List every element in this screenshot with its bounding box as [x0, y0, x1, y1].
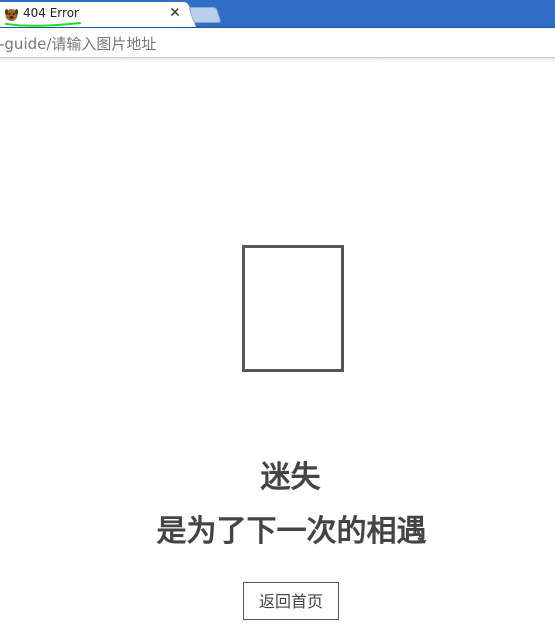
error-subline: 是为了下一次的相遇	[156, 514, 427, 549]
back-to-home-button[interactable]: 返回首页	[243, 582, 339, 620]
error-headline: 迷失	[260, 460, 321, 495]
tab-title: 404 Error	[23, 6, 79, 20]
broken-image-icon	[242, 245, 344, 372]
new-tab-button[interactable]	[188, 7, 222, 23]
url-text[interactable]: -guide/请输入图片地址	[0, 33, 156, 54]
address-bar[interactable]: -guide/请输入图片地址	[0, 28, 555, 58]
page-content: 迷失 是为了下一次的相遇 返回首页	[0, 62, 555, 633]
browser-tab-active[interactable]: 404 Error ✕	[0, 2, 186, 27]
tab-close-icon[interactable]: ✕	[168, 6, 182, 20]
tab-title-underline-annotation	[5, 22, 81, 27]
browser-tab-bar: 404 Error ✕	[0, 0, 555, 28]
